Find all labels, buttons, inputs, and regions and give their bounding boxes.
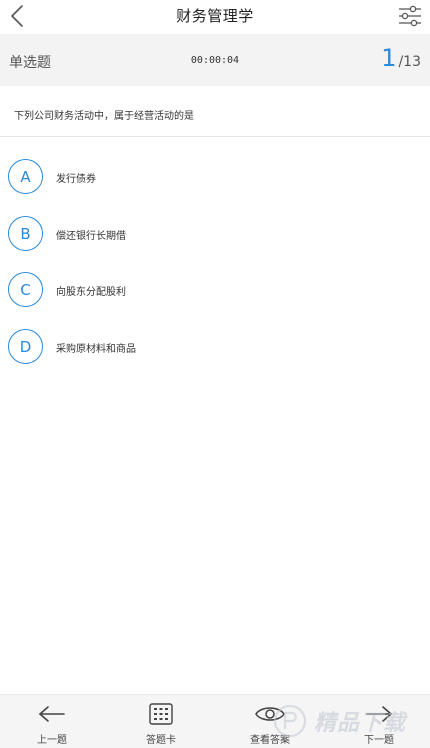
- option-text: 向股东分配股利: [56, 287, 126, 298]
- next-question-label: 下一题: [364, 735, 394, 746]
- current-question-number: 1: [381, 44, 397, 72]
- timer: 00:00:04: [190, 55, 240, 66]
- question-text: 下列公司财务活动中，属于经营活动的是: [14, 111, 194, 122]
- question-info-bar: 单选题 00:00:04 1 /13: [0, 34, 430, 86]
- option-letter: D: [8, 329, 43, 364]
- sliders-icon: [399, 5, 421, 27]
- total-questions: /13: [398, 54, 421, 70]
- bottom-nav: 上一题 答题卡 查看答案 下一题 精品下载: [0, 694, 430, 748]
- option-letter: B: [8, 216, 43, 251]
- answer-card-button[interactable]: 答题卡: [126, 701, 196, 747]
- prev-question-label: 上一题: [37, 735, 67, 746]
- view-answer-button[interactable]: 查看答案: [235, 701, 305, 747]
- arrow-left-icon: [39, 706, 65, 722]
- quiz-screen: 财务管理学 单选题 00:00:04 1 /13 下列公司财务活动中，属于经营活…: [0, 0, 430, 748]
- top-bar: 财务管理学: [0, 0, 430, 32]
- eye-icon: [255, 707, 285, 721]
- option-d[interactable]: D 采购原材料和商品: [0, 323, 430, 371]
- option-letter: A: [8, 159, 43, 194]
- grid-icon: [149, 703, 173, 725]
- option-text: 采购原材料和商品: [56, 344, 136, 355]
- question-progress: 1 /13: [381, 44, 421, 72]
- question-stem: 下列公司财务活动中，属于经营活动的是: [0, 86, 430, 137]
- view-answer-label: 查看答案: [250, 735, 290, 746]
- next-question-button[interactable]: 下一题: [344, 701, 414, 747]
- arrow-right-icon: [366, 706, 392, 722]
- option-a[interactable]: A 发行债券: [0, 153, 430, 201]
- option-b[interactable]: B 偿还银行长期借: [0, 210, 430, 258]
- page-title: 财务管理学: [176, 7, 254, 25]
- prev-question-button[interactable]: 上一题: [17, 701, 87, 747]
- option-text: 发行债券: [56, 174, 96, 185]
- option-c[interactable]: C 向股东分配股利: [0, 266, 430, 314]
- option-text: 偿还银行长期借: [56, 231, 126, 242]
- option-letter: C: [8, 272, 43, 307]
- answer-card-label: 答题卡: [146, 735, 176, 746]
- settings-button[interactable]: [396, 2, 424, 30]
